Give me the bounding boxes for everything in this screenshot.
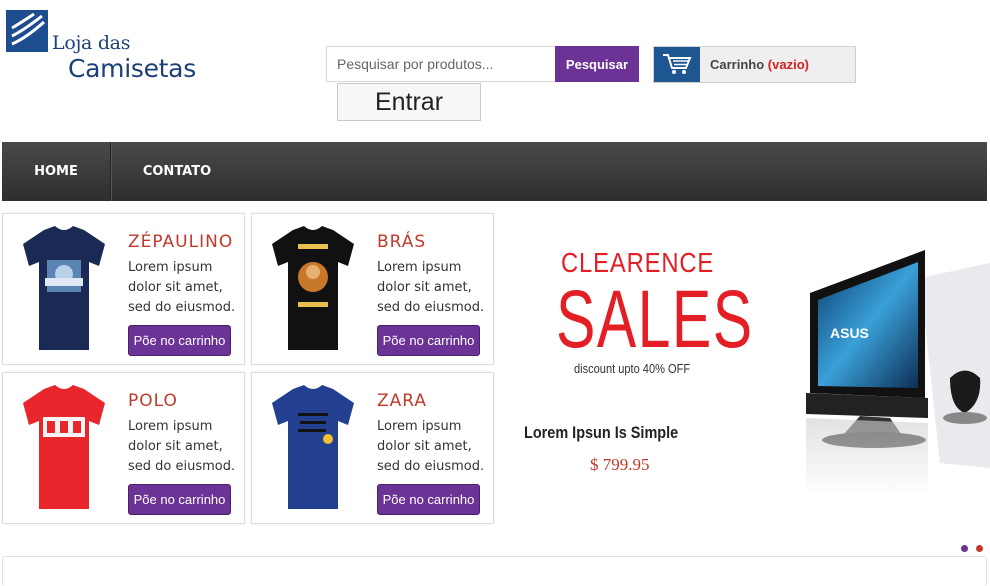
nav-item-contato[interactable]: CONTATO [112, 142, 242, 201]
promo-banner-slide[interactable]: CLEARENCE SALES discount upto 40% OFF Lo… [500, 213, 990, 513]
cart-icon-container [654, 47, 700, 82]
cart-status: (vazio) [767, 57, 809, 72]
search-input[interactable] [326, 46, 555, 82]
product-name[interactable]: BRÁS [377, 232, 426, 252]
bottom-content-panel [2, 556, 987, 586]
product-description: Lorem ipsum dolor sit amet, sed do eiusmod… [128, 419, 236, 474]
logo-text-line2: Camisetas [68, 54, 196, 83]
main-navbar: HOME CONTATO [2, 142, 987, 201]
add-to-cart-button[interactable]: Põe no carrinho [377, 484, 480, 515]
add-to-cart-button[interactable]: Põe no carrinho [128, 484, 231, 515]
search-button[interactable]: Pesquisar [555, 46, 639, 82]
banner-product-price: $ 799.95 [590, 455, 650, 474]
slider-dot-1[interactable] [961, 545, 968, 552]
banner-discount-text: discount upto 40% OFF [574, 361, 691, 376]
add-to-cart-button[interactable]: Põe no carrinho [377, 325, 480, 356]
product-card-polo: POLO Lorem ipsum dolor sit amet, sed do ei… [2, 372, 245, 524]
product-name[interactable]: POLO [128, 391, 178, 411]
banner-product-title: Lorem Ipsun Is Simple [524, 423, 679, 442]
tshirt-image[interactable] [19, 222, 109, 352]
product-description: Lorem ipsum dolor sit amet, sed do eiusmod… [377, 419, 485, 474]
tshirt-image[interactable] [268, 381, 358, 511]
cart-label: Carrinho (vazio) [710, 57, 809, 72]
logo-text-line1: Loja das [52, 32, 131, 54]
slider-dot-2[interactable] [976, 545, 983, 552]
tshirt-image[interactable] [19, 381, 109, 511]
product-description: Lorem ipsum dolor sit amet, sed do eiusmod… [377, 260, 485, 315]
monitor-brand-text: ASUS [830, 325, 869, 341]
product-name[interactable]: ZÉPAULINO [128, 232, 233, 252]
product-card-zara: ZARA Lorem ipsum dolor sit amet, sed do ei… [251, 372, 494, 524]
login-button[interactable]: Entrar [337, 83, 481, 121]
nav-item-home[interactable]: HOME [2, 142, 111, 201]
product-card-zepaulino: ZÉPAULINO Lorem ipsum dolor sit amet, sed … [2, 213, 245, 365]
banner-headline-sales: SALES [556, 274, 754, 365]
shopping-cart-icon [663, 54, 692, 74]
tshirt-image[interactable] [268, 222, 358, 352]
cart-button[interactable]: Carrinho (vazio) [653, 46, 856, 83]
add-to-cart-button[interactable]: Põe no carrinho [128, 325, 231, 356]
monitor-image: ASUS [806, 250, 990, 498]
store-logo[interactable]: Loja das Camisetas [6, 10, 226, 85]
product-name[interactable]: ZARA [377, 391, 427, 411]
product-description: Lorem ipsum dolor sit amet, sed do eiusmod… [128, 260, 236, 315]
product-card-bras: BRÁS Lorem ipsum dolor sit amet, sed do ei… [251, 213, 494, 365]
logo-mark-icon [6, 10, 48, 52]
